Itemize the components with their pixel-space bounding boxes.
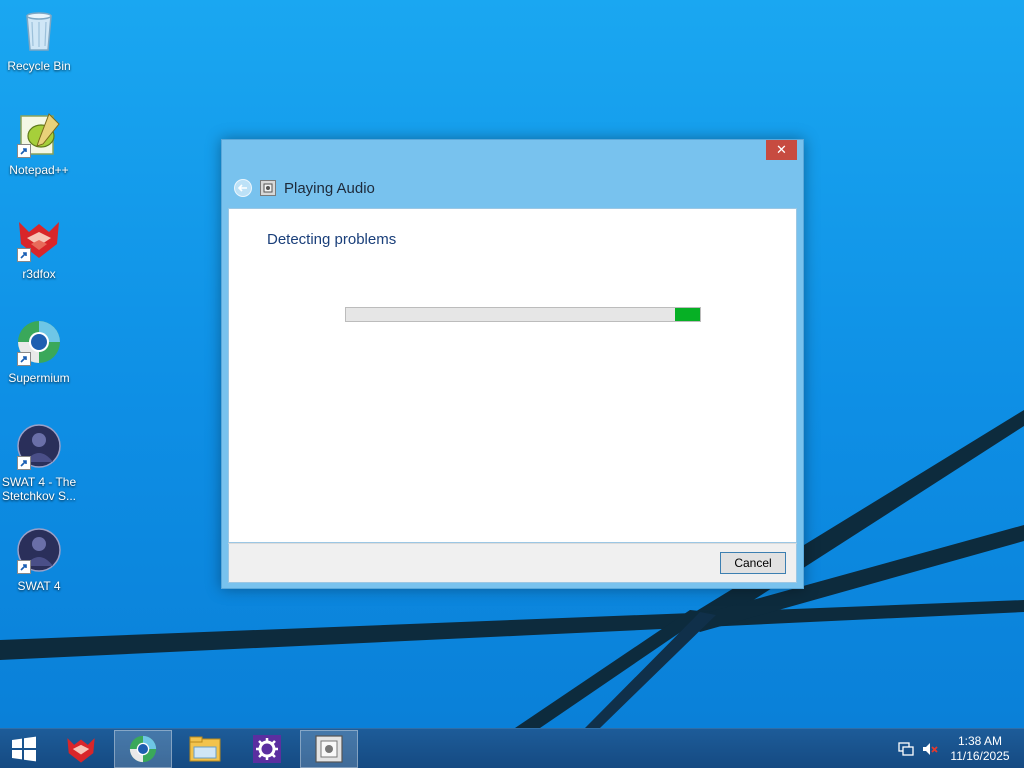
desktop-icon-label: SWAT 4 - The Stetchkov S... [1, 475, 77, 503]
recycle-bin-icon [15, 6, 63, 54]
network-icon[interactable] [898, 741, 914, 757]
dialog-content: Detecting problems [228, 208, 797, 543]
close-button[interactable]: ✕ [766, 140, 797, 160]
desktop-icon-swat4-expansion[interactable]: SWAT 4 - The Stetchkov S... [0, 422, 78, 503]
taskbar-app-r3dfox[interactable] [52, 730, 110, 768]
shortcut-arrow-icon [17, 560, 31, 574]
taskbar-app-supermium[interactable] [114, 730, 172, 768]
desktop-icon-label: Supermium [8, 371, 70, 385]
desktop-icon-swat4[interactable]: SWAT 4 [0, 526, 78, 593]
shortcut-arrow-icon [17, 248, 31, 262]
back-arrow-icon [237, 184, 247, 192]
supermium-icon [129, 735, 157, 763]
swat4-expansion-icon [15, 422, 63, 470]
shortcut-arrow-icon [17, 456, 31, 470]
shortcut-arrow-icon [17, 144, 31, 158]
clock-time: 1:38 AM [957, 734, 1003, 748]
window-title-row: Playing Audio [234, 178, 375, 198]
desktop-icon-label: Recycle Bin [7, 59, 71, 73]
troubleshooter-icon [260, 180, 276, 196]
troubleshooter-window: ✕ Playing Audio Detecting problems Cance… [221, 139, 804, 589]
taskbar-app-file-explorer[interactable] [176, 730, 234, 768]
taskbar-app-troubleshooter[interactable] [300, 730, 358, 768]
desktop-icon-label: SWAT 4 [17, 579, 61, 593]
troubleshooter-icon [315, 735, 343, 763]
r3dfox-icon [67, 738, 95, 763]
settings-icon [253, 735, 281, 763]
back-button[interactable] [234, 179, 252, 197]
windows-logo-icon [12, 736, 36, 762]
clock-date: 11/16/2025 [950, 749, 1010, 763]
progress-fill [675, 308, 700, 321]
shortcut-arrow-icon [17, 352, 31, 366]
taskbar-app-settings[interactable] [238, 730, 296, 768]
swat4-icon [15, 526, 63, 574]
supermium-icon [15, 318, 63, 366]
r3dfox-icon [15, 214, 63, 262]
desktop-icon-r3dfox[interactable]: r3dfox [0, 214, 78, 281]
window-title: Playing Audio [284, 179, 375, 197]
desktop-icon-label: Notepad++ [9, 163, 69, 177]
desktop-icon-label: r3dfox [22, 267, 56, 281]
cancel-button[interactable]: Cancel [720, 552, 786, 574]
status-heading: Detecting problems [267, 231, 397, 248]
desktop-icon-supermium[interactable]: Supermium [0, 318, 78, 385]
notepad-plus-plus-icon [15, 110, 63, 158]
desktop-icon-recycle-bin[interactable]: Recycle Bin [0, 6, 78, 73]
system-clock[interactable]: 1:38 AM 11/16/2025 [948, 734, 1012, 764]
taskbar: 1:38 AM 11/16/2025 [0, 728, 1024, 768]
file-explorer-icon [189, 736, 221, 762]
progress-bar [345, 307, 701, 322]
start-button[interactable] [0, 729, 48, 768]
dialog-footer: Cancel [228, 543, 797, 583]
desktop-icon-notepad-plus-plus[interactable]: Notepad++ [0, 110, 78, 177]
volume-muted-icon[interactable] [922, 741, 938, 757]
